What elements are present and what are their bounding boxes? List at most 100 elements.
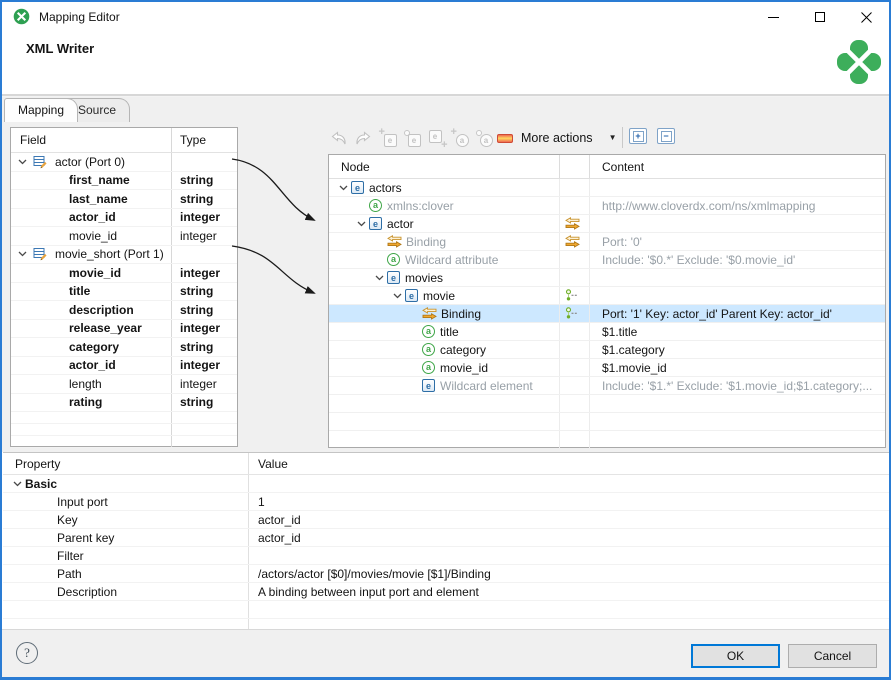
table-row[interactable]: movie_short (Port 1)	[11, 245, 237, 264]
mapping-connection-arrows	[231, 158, 316, 294]
binding-icon	[565, 217, 580, 230]
tree-node-label: movie_id	[440, 360, 489, 375]
expand-all-button[interactable]: +	[629, 128, 647, 144]
ok-button[interactable]: OK	[691, 644, 780, 668]
field-type: integer	[180, 265, 221, 280]
table-row[interactable]: length integer	[11, 375, 237, 394]
property-value[interactable]: actor_id	[249, 511, 889, 528]
property-group-row[interactable]: Basic	[3, 475, 889, 493]
port-label: movie_short (Port 1)	[55, 247, 164, 262]
tree-node-label: actor	[387, 216, 414, 231]
property-row[interactable]: Key actor_id	[3, 511, 889, 529]
tree-node-label: Wildcard element	[440, 378, 533, 393]
add-element-after-button[interactable]: e +	[425, 128, 448, 150]
element-icon: e	[405, 289, 418, 302]
tree-node-label: movies	[405, 270, 444, 285]
field-label: first_name	[11, 171, 172, 189]
chevron-down-icon[interactable]	[14, 251, 30, 257]
tab-mapping[interactable]: Mapping	[4, 98, 79, 122]
table-row[interactable]: title string	[11, 282, 237, 301]
chevron-down-icon[interactable]	[14, 159, 30, 165]
field-type: string	[180, 302, 214, 317]
tree-node-label: movie	[423, 288, 456, 303]
tree-row[interactable]: Binding Port: '0'	[329, 233, 885, 251]
collapse-all-button[interactable]: −	[657, 128, 675, 144]
property-row[interactable]: Input port 1	[3, 493, 889, 511]
tree-row-selected[interactable]: Binding Port: '1' Key: actor_id' Parent …	[329, 305, 885, 323]
chevron-down-icon[interactable]	[335, 185, 351, 191]
field-label: title	[11, 282, 172, 300]
more-actions-button[interactable]: More actions ▼	[516, 126, 621, 149]
chevron-down-icon[interactable]	[353, 221, 369, 227]
attribute-icon: a	[387, 253, 400, 266]
table-row[interactable]: movie_id integer	[11, 227, 237, 246]
chevron-down-icon[interactable]	[9, 481, 25, 487]
cancel-button[interactable]: Cancel	[788, 644, 877, 668]
tree-row[interactable]: a category $1.category	[329, 341, 885, 359]
property-value[interactable]: /actors/actor [$0]/movies/movie [$1]/Bin…	[249, 565, 889, 582]
empty-row	[329, 413, 885, 431]
ok-button-label: OK	[726, 649, 745, 663]
table-row[interactable]: actor_id integer	[11, 208, 237, 227]
table-row[interactable]: release_year integer	[11, 319, 237, 338]
chevron-down-icon[interactable]	[371, 275, 387, 281]
table-row[interactable]: last_name string	[11, 190, 237, 209]
field-type: integer	[180, 321, 221, 336]
binding-icon	[422, 307, 437, 320]
add-wildcard-attribute-icon: a	[475, 129, 494, 147]
table-row[interactable]: description string	[11, 301, 237, 320]
tree-row[interactable]: e actors	[329, 179, 885, 197]
tree-row[interactable]: a Wildcard attribute Include: '$0.*' Exc…	[329, 251, 885, 269]
record-icon	[33, 155, 47, 169]
type-column-header: Type	[180, 133, 207, 147]
property-row[interactable]: Filter	[3, 547, 889, 565]
add-element-before-button[interactable]: e	[401, 128, 423, 148]
field-type: string	[180, 173, 214, 188]
minimize-icon	[768, 16, 779, 18]
tree-node-label: Binding	[406, 234, 447, 249]
table-row[interactable]: movie_id integer	[11, 264, 237, 283]
minimize-button[interactable]	[751, 2, 796, 32]
add-wildcard-attribute-button[interactable]: a	[473, 128, 495, 148]
property-row[interactable]: Parent key actor_id	[3, 529, 889, 547]
binding-icon	[387, 235, 402, 248]
field-type: string	[180, 395, 214, 410]
property-value[interactable]: A binding between input port and element	[249, 583, 889, 600]
tree-row[interactable]: e movies	[329, 269, 885, 287]
tree-row[interactable]: a title $1.title	[329, 323, 885, 341]
table-row[interactable]: first_name string	[11, 171, 237, 190]
maximize-button[interactable]	[797, 2, 842, 32]
remove-icon[interactable]	[497, 134, 513, 143]
field-type: string	[180, 191, 214, 206]
property-value[interactable]: 1	[249, 493, 889, 510]
property-name: Filter	[3, 547, 249, 564]
field-label: category	[11, 338, 172, 356]
undo-button[interactable]	[327, 128, 349, 148]
chevron-down-icon[interactable]	[389, 293, 405, 299]
table-row[interactable]: actor_id integer	[11, 356, 237, 375]
input-fields-table: Field Type actor (Port 0) first_name stri…	[10, 127, 238, 448]
tree-row[interactable]: e Wildcard element Include: '$1.*' Exclu…	[329, 377, 885, 395]
property-value[interactable]: actor_id	[249, 529, 889, 546]
add-child-element-button[interactable]: + e	[377, 126, 399, 148]
attribute-icon: a	[422, 325, 435, 338]
add-attribute-button[interactable]: + a	[449, 126, 471, 148]
table-row[interactable]: actor (Port 0)	[11, 153, 237, 172]
tree-row[interactable]: a movie_id $1.movie_id	[329, 359, 885, 377]
property-value[interactable]	[249, 547, 889, 564]
table-row[interactable]: rating string	[11, 393, 237, 412]
tree-row[interactable]: e actor	[329, 215, 885, 233]
node-content	[590, 179, 885, 196]
property-row[interactable]: Path/actors/actor [$0]/movies/movie [$1]…	[3, 565, 889, 583]
help-button[interactable]: ?	[16, 642, 38, 664]
empty-row	[329, 431, 885, 449]
close-button[interactable]	[843, 2, 889, 32]
redo-button[interactable]	[352, 128, 374, 148]
tree-row[interactable]: e movie	[329, 287, 885, 305]
property-row[interactable]: Description A binding between input port …	[3, 583, 889, 601]
tree-row[interactable]: a xmlns:clover http://www.cloverdx.com/n…	[329, 197, 885, 215]
node-content	[590, 215, 885, 232]
table-row[interactable]: category string	[11, 338, 237, 357]
record-icon	[33, 248, 47, 261]
maximize-icon	[814, 12, 825, 22]
